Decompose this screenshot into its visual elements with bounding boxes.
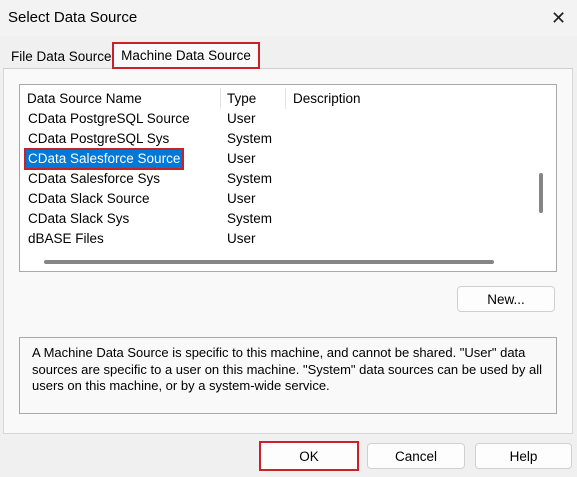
table-row[interactable]: dBASE Files User bbox=[20, 229, 535, 249]
tab-label: File Data Source bbox=[11, 48, 112, 64]
row-type: System bbox=[227, 131, 273, 146]
new-button[interactable]: New... bbox=[457, 286, 555, 312]
selected-row-name: CData Salesforce Source bbox=[23, 148, 185, 170]
column-header-type[interactable]: Type bbox=[220, 85, 285, 112]
row-type: User bbox=[227, 231, 256, 246]
list-header: Data Source Name Type Description bbox=[20, 85, 535, 112]
tab-machine-data-source[interactable]: Machine Data Source bbox=[112, 42, 260, 69]
row-name-cell: CData Salesforce Source bbox=[23, 148, 185, 170]
row-type: System bbox=[227, 211, 273, 226]
table-row[interactable]: CData PostgreSQL Source User bbox=[20, 109, 535, 129]
window-title: Select Data Source bbox=[8, 9, 138, 26]
description-text: A Machine Data Source is specific to thi… bbox=[19, 337, 557, 414]
row-name: CData Salesforce Sys bbox=[28, 171, 161, 186]
close-icon: ✕ bbox=[550, 7, 567, 28]
row-type: User bbox=[227, 191, 256, 206]
row-name: CData Slack Source bbox=[28, 191, 150, 206]
data-source-list[interactable]: Data Source Name Type Description CData … bbox=[19, 84, 557, 272]
tab-label: Machine Data Source bbox=[121, 48, 251, 63]
close-button[interactable]: ✕ bbox=[540, 0, 577, 36]
table-row[interactable]: CData Slack Sys System bbox=[20, 209, 535, 229]
column-header-name[interactable]: Data Source Name bbox=[20, 85, 220, 112]
table-row-selected[interactable]: CData Salesforce Source User bbox=[20, 148, 535, 170]
help-button[interactable]: Help bbox=[475, 443, 572, 469]
row-name: CData Slack Sys bbox=[28, 211, 130, 226]
ok-button[interactable]: OK bbox=[259, 441, 359, 471]
tab-file-data-source[interactable]: File Data Source bbox=[5, 45, 113, 67]
table-row[interactable]: CData PostgreSQL Sys System bbox=[20, 129, 535, 149]
row-type: System bbox=[227, 171, 273, 186]
row-type: User bbox=[227, 111, 256, 126]
title-bar: Select Data Source ✕ bbox=[0, 0, 577, 36]
row-type: User bbox=[227, 151, 256, 166]
horizontal-scrollbar-thumb[interactable] bbox=[44, 260, 494, 264]
table-row[interactable]: CData Slack Source User bbox=[20, 189, 535, 209]
row-name: CData PostgreSQL Source bbox=[28, 111, 190, 126]
vertical-scrollbar-thumb[interactable] bbox=[539, 173, 543, 213]
column-header-description[interactable]: Description bbox=[286, 85, 516, 112]
table-row[interactable]: CData Salesforce Sys System bbox=[20, 169, 535, 189]
row-name: dBASE Files bbox=[28, 231, 104, 246]
row-name: CData PostgreSQL Sys bbox=[28, 131, 170, 146]
cancel-button[interactable]: Cancel bbox=[367, 443, 465, 469]
